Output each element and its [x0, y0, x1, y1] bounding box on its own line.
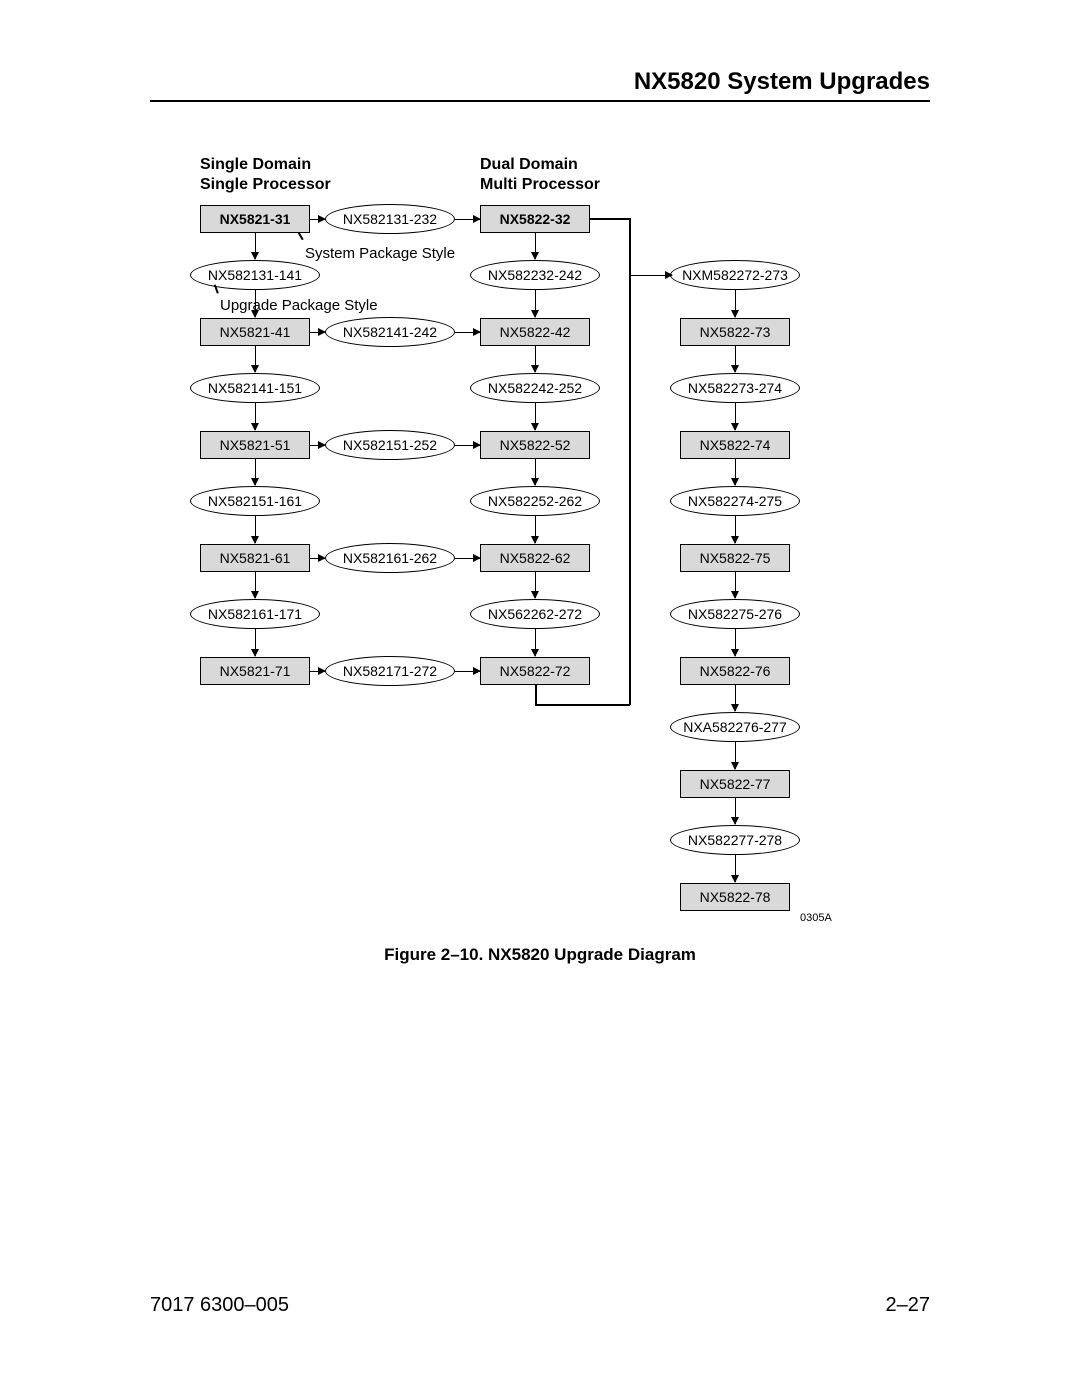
line-c3r5-down	[535, 685, 537, 705]
node-c4r1: NX5822-73	[680, 318, 790, 346]
node-c4e4: NX582275-276	[670, 599, 800, 629]
arrow-c4e4-c4r4	[735, 629, 736, 656]
node-c4r2: NX5822-74	[680, 431, 790, 459]
arrow-c2e4-c3r4	[455, 558, 480, 559]
node-c1e1: NX582131-141	[190, 260, 320, 290]
line-c3r1-right	[590, 218, 630, 220]
arrow-c1r1-c2e1	[310, 219, 325, 220]
arrow-c4e6-c4r6	[735, 855, 736, 882]
arrow-c3r1-c3e1	[535, 233, 536, 259]
node-c1e2: NX582141-151	[190, 373, 320, 403]
node-c4e6: NX582277-278	[670, 825, 800, 855]
arrow-c1r3-c1e3	[255, 459, 256, 485]
arrow-c3r3-c3e3	[535, 459, 536, 485]
col1-title-l1: Single Domain	[200, 156, 311, 173]
col3-title-l2: Multi Processor	[480, 176, 600, 193]
footer-doc-number: 7017 6300–005	[150, 1294, 289, 1317]
col1-title-l2: Single Processor	[200, 176, 331, 193]
node-c1r2: NX5821-41	[200, 318, 310, 346]
node-c2e5: NX582171-272	[325, 656, 455, 686]
arrow-c3e1-c3r2	[535, 290, 536, 317]
arrow-c4r5-c4e6	[735, 798, 736, 824]
node-c1e4: NX582161-171	[190, 599, 320, 629]
node-c3r1: NX5822-32	[480, 205, 590, 233]
legend-system-leader	[298, 232, 303, 240]
legend-upgrade-label: Upgrade Package Style	[220, 297, 378, 314]
arrow-c4r2-c4e3	[735, 459, 736, 485]
footer-page-number: 2–27	[886, 1294, 931, 1317]
arrow-c1r2-c1e2	[255, 346, 256, 372]
node-c4r3: NX5822-75	[680, 544, 790, 572]
node-c3e4: NX562262-272	[470, 599, 600, 629]
node-c3r2: NX5822-42	[480, 318, 590, 346]
arrow-c2e2-c3r2	[455, 332, 480, 333]
arrow-c2e5-c3r5	[455, 671, 480, 672]
node-c1r5: NX5821-71	[200, 657, 310, 685]
corner-code: 0305A	[800, 912, 832, 924]
arrow-c4r1-c4e2	[735, 346, 736, 372]
col1-title: Single Domain Single Processor	[200, 155, 331, 195]
node-c4r6: NX5822-78	[680, 883, 790, 911]
node-c3r4: NX5822-62	[480, 544, 590, 572]
arrow-c3e3-c3r4	[535, 516, 536, 543]
arrow-c2e3-c3r3	[455, 445, 480, 446]
node-c3e2: NX582242-252	[470, 373, 600, 403]
node-c4e2: NX582273-274	[670, 373, 800, 403]
node-c4r5: NX5822-77	[680, 770, 790, 798]
node-c3e1: NX582232-242	[470, 260, 600, 290]
line-c3r5-right	[535, 704, 630, 706]
node-c2e2: NX582141-242	[325, 317, 455, 347]
arrow-c2e1-c3r1	[455, 219, 480, 220]
arrow-c1r4-c2e4	[310, 558, 325, 559]
arrow-c1r3-c2e3	[310, 445, 325, 446]
node-c2e1: NX582131-232	[325, 204, 455, 234]
arrow-c1r1-c1e1	[255, 233, 256, 259]
figure-caption: Figure 2–10. NX5820 Upgrade Diagram	[0, 945, 1080, 965]
node-c4e3: NX582274-275	[670, 486, 800, 516]
arrow-c3r2-c3e2	[535, 346, 536, 372]
node-c1r3: NX5821-51	[200, 431, 310, 459]
node-c1r4: NX5821-61	[200, 544, 310, 572]
header-rule	[150, 100, 930, 102]
node-c1r1: NX5821-31	[200, 205, 310, 233]
node-c4r4: NX5822-76	[680, 657, 790, 685]
legend-system-label: System Package Style	[305, 245, 455, 262]
arrow-c3e2-c3r3	[535, 403, 536, 430]
node-c3r3: NX5822-52	[480, 431, 590, 459]
arrow-into-c4e1	[630, 275, 672, 276]
col3-title-l1: Dual Domain	[480, 156, 578, 173]
page: NX5820 System Upgrades Single Domain Sin…	[0, 0, 1080, 1397]
arrow-c3r4-c3e4	[535, 572, 536, 598]
arrow-c1e3-c1r4	[255, 516, 256, 543]
arrow-c4r3-c4e4	[735, 572, 736, 598]
node-c3e3: NX582252-262	[470, 486, 600, 516]
col3-title: Dual Domain Multi Processor	[480, 155, 600, 195]
arrow-c3e4-c3r5	[535, 629, 536, 656]
arrow-c4e1-c4r1	[735, 290, 736, 317]
arrow-c4r4-c4e5	[735, 685, 736, 711]
arrow-c4e2-c4r2	[735, 403, 736, 430]
node-c1e3: NX582151-161	[190, 486, 320, 516]
node-c2e3: NX582151-252	[325, 430, 455, 460]
node-c4e5: NXA582276-277	[670, 712, 800, 742]
line-right-rail	[629, 275, 631, 705]
arrow-c1r2-c2e2	[310, 332, 325, 333]
arrow-c1r4-c1e4	[255, 572, 256, 598]
page-title: NX5820 System Upgrades	[634, 68, 930, 96]
node-c2e4: NX582161-262	[325, 543, 455, 573]
arrow-c1e4-c1r5	[255, 629, 256, 656]
arrow-c1r5-c2e5	[310, 671, 325, 672]
arrow-c1e2-c1r3	[255, 403, 256, 430]
line-c3r1-down	[629, 218, 631, 275]
node-c3r5: NX5822-72	[480, 657, 590, 685]
node-c4e1: NXM582272-273	[670, 260, 800, 290]
arrow-c1e1-c1r2	[255, 290, 256, 317]
arrow-c4e3-c4r3	[735, 516, 736, 543]
arrow-c4e5-c4r5	[735, 742, 736, 769]
